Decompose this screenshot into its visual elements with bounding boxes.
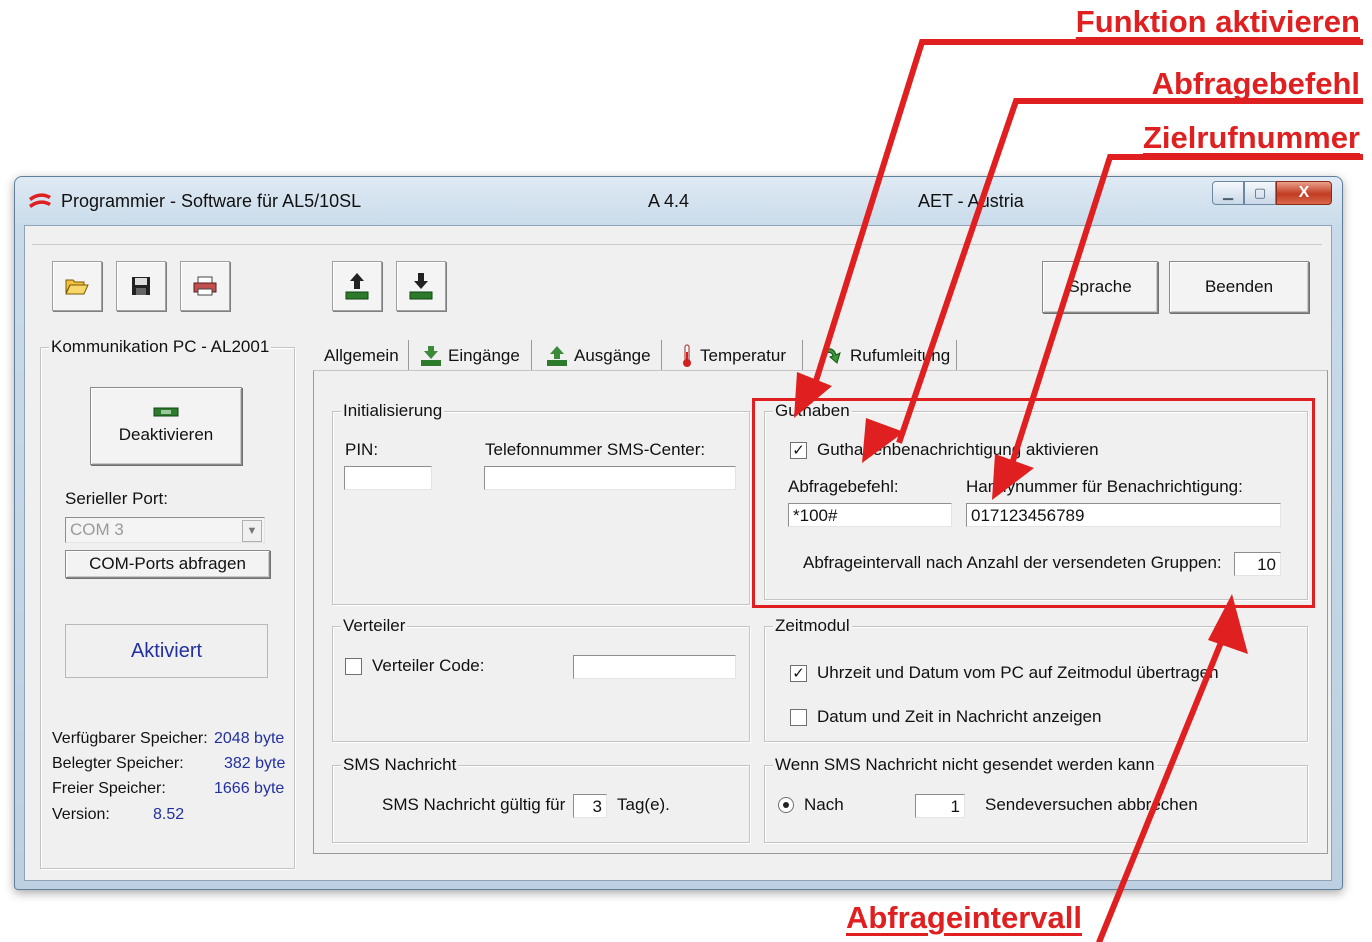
handy-label: Handynummer für Benachrichtigung: [966, 477, 1243, 496]
interval-input[interactable]: 10 [1234, 552, 1281, 576]
fallback-count-input[interactable]: 1 [915, 794, 965, 818]
memory-used-label: Belegter Speicher: [52, 755, 184, 772]
fallback-radio[interactable] [778, 797, 794, 813]
abfragebefehl-label: Abfragebefehl: [788, 477, 899, 496]
tab-allgemein[interactable]: Allgemein [324, 340, 399, 372]
guthaben-checkbox[interactable]: ✓ [790, 442, 807, 459]
memory-available-value: 2048 byte [214, 730, 285, 747]
callout-abfrageintervall: Abfrageintervall [845, 900, 1082, 935]
callout-zielrufnummer: Zielrufnummer [1142, 120, 1360, 155]
maximize-icon[interactable]: ▢ [1244, 181, 1276, 205]
serial-port-label: Serieller Port: [65, 489, 168, 508]
pin-input[interactable] [344, 466, 432, 490]
window-vendor: AET - Austria [918, 191, 1024, 211]
version-value: 8.52 [153, 806, 185, 823]
thermometer-icon [683, 344, 691, 367]
sms-valid-input[interactable]: 3 [573, 794, 607, 818]
memory-free-value: 1666 byte [214, 780, 285, 797]
tab-separator [956, 340, 957, 370]
fallback-group-title: Wenn SMS Nachricht nicht gesendet werden… [773, 755, 1157, 775]
device-module-icon [153, 407, 179, 417]
tab-temperatur-label: Temperatur [700, 346, 786, 365]
sms-valid-unit: Tag(e). [617, 795, 670, 814]
verteiler-code-label: Verteiler Code: [372, 656, 485, 675]
memory-free-label: Freier Speicher: [52, 780, 166, 797]
zeitmodul-show-label: Datum und Zeit in Nachricht anzeigen [817, 707, 1102, 726]
tab-ausgaenge[interactable]: Ausgänge [546, 340, 651, 372]
com-ports-button[interactable]: COM-Ports abfragen [65, 550, 270, 578]
verteiler-group: Verteiler [332, 616, 750, 742]
floppy-disk-icon [132, 277, 150, 295]
verteiler-checkbox[interactable] [345, 658, 362, 675]
window-title: Programmier - Software für AL5/10SL [61, 191, 362, 211]
abfragebefehl-input[interactable]: *100# [788, 503, 952, 527]
tab-separator [408, 340, 409, 370]
title-bar[interactable]: Programmier - Software für AL5/10SL A 4.… [15, 177, 1342, 225]
sms-center-input[interactable] [484, 466, 736, 490]
verteiler-code-input[interactable] [573, 655, 736, 679]
tab-separator [802, 340, 803, 370]
com-port-value: COM 3 [70, 520, 124, 539]
verteiler-group-title: Verteiler [341, 616, 408, 636]
memory-used-value: 382 byte [224, 755, 286, 772]
zeitmodul-group-title: Zeitmodul [773, 616, 852, 636]
tab-eingaenge-label: Eingänge [448, 346, 520, 365]
com-port-select[interactable]: COM 3 ▼ [65, 517, 265, 543]
tab-ausgaenge-label: Ausgänge [574, 346, 651, 365]
sms-valid-label: SMS Nachricht gültig für [382, 795, 566, 814]
version-label: Version: [52, 806, 110, 823]
minimize-icon[interactable]: ▁ [1212, 181, 1244, 205]
open-button[interactable] [52, 261, 102, 311]
folder-open-icon [65, 279, 89, 295]
app-logo-icon [29, 193, 51, 208]
print-button[interactable] [180, 261, 230, 311]
callout-abfragebefehl: Abfragebefehl [1151, 66, 1360, 101]
tab-allgemein-label: Allgemein [324, 346, 399, 365]
tab-rufumleitung-label: Rufumleitung [850, 346, 951, 365]
upload-device-icon [345, 273, 369, 300]
zeitmodul-transfer-label: Uhrzeit und Datum vom PC auf Zeitmodul ü… [817, 663, 1219, 682]
status-display: Aktiviert [65, 624, 268, 678]
zeitmodul-show-checkbox[interactable] [790, 709, 807, 726]
printer-icon [193, 276, 217, 296]
fallback-radio-label: Nach [804, 795, 844, 814]
download-device-icon [409, 273, 433, 300]
interval-label: Abfrageintervall nach Anzahl der versend… [803, 553, 1222, 572]
tab-temperatur[interactable]: Temperatur [680, 340, 786, 372]
memory-available-label: Verfügbarer Speicher: [52, 730, 208, 747]
tab-eingaenge[interactable]: Eingänge [420, 340, 520, 372]
tab-rufumleitung[interactable]: Rufumleitung [822, 340, 950, 372]
fallback-suffix-label: Sendeversuchen abbrechen [985, 795, 1198, 814]
output-arrow-icon [547, 346, 567, 366]
window-version: A 4.4 [648, 191, 690, 211]
guthaben-checkbox-label: Guthabenbenachrichtigung aktivieren [817, 440, 1099, 459]
call-forward-icon [824, 348, 841, 364]
tab-separator [531, 340, 532, 370]
beenden-button[interactable]: Beenden [1169, 261, 1309, 313]
sms-center-label: Telefonnummer SMS-Center: [485, 440, 706, 459]
communication-group-title: Kommunikation PC - AL2001 [49, 337, 272, 357]
tab-separator [661, 340, 662, 370]
pin-label: PIN: [345, 440, 379, 459]
sms-group-title: SMS Nachricht [341, 755, 459, 775]
download-button[interactable] [396, 261, 446, 311]
chevron-down-icon[interactable]: ▼ [242, 520, 262, 542]
zeitmodul-transfer-checkbox[interactable]: ✓ [790, 665, 807, 682]
deactivate-label: Deaktivieren [118, 425, 214, 444]
handy-input[interactable]: 017123456789 [966, 503, 1281, 527]
save-button[interactable] [116, 261, 166, 311]
input-arrow-icon [421, 346, 441, 366]
callout-funktion-aktivieren: Funktion aktivieren [1075, 4, 1360, 39]
deactivate-button[interactable]: Deaktivieren [90, 387, 242, 465]
upload-button[interactable] [332, 261, 382, 311]
init-group-title: Initialisierung [341, 401, 445, 421]
sprache-button[interactable]: Sprache [1042, 261, 1158, 313]
close-button[interactable]: X [1276, 181, 1332, 205]
